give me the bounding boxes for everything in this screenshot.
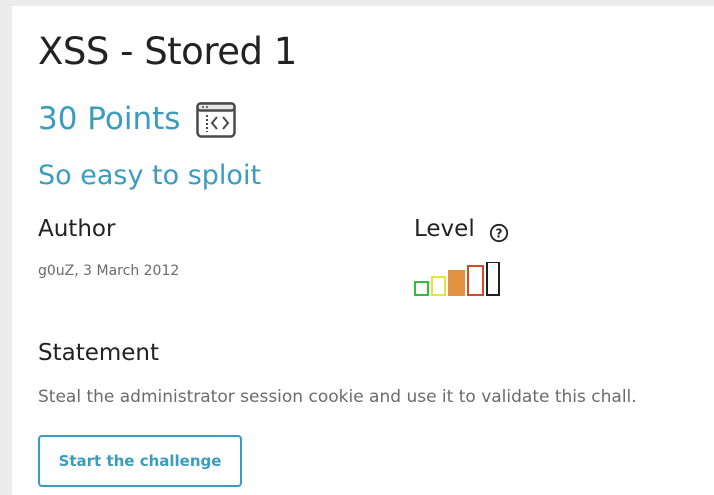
challenge-title: XSS - Stored 1 bbox=[38, 30, 297, 73]
statement-heading: Statement bbox=[38, 340, 160, 366]
challenge-points: 30 Points bbox=[38, 101, 181, 137]
challenge-subtitle: So easy to sploit bbox=[38, 160, 262, 191]
level-bar-3 bbox=[448, 270, 465, 296]
points-row: 30 Points bbox=[38, 100, 237, 138]
level-heading: Level bbox=[414, 216, 475, 242]
level-bar-4 bbox=[467, 265, 484, 296]
web-client-icon bbox=[196, 102, 237, 138]
question-circle-icon[interactable]: ? bbox=[489, 223, 509, 247]
svg-text:?: ? bbox=[496, 227, 503, 241]
statement-text: Steal the administrator session cookie a… bbox=[38, 387, 637, 407]
level-bar-1 bbox=[414, 281, 429, 296]
start-challenge-button[interactable]: Start the challenge bbox=[38, 435, 242, 487]
level-bar-5 bbox=[486, 262, 500, 296]
author-info: g0uZ, 3 March 2012 bbox=[38, 263, 180, 279]
challenge-card: XSS - Stored 1 30 Points So easy to splo… bbox=[12, 6, 714, 495]
author-heading: Author bbox=[38, 216, 116, 242]
level-bar-2 bbox=[431, 276, 446, 296]
level-indicator bbox=[414, 262, 500, 296]
